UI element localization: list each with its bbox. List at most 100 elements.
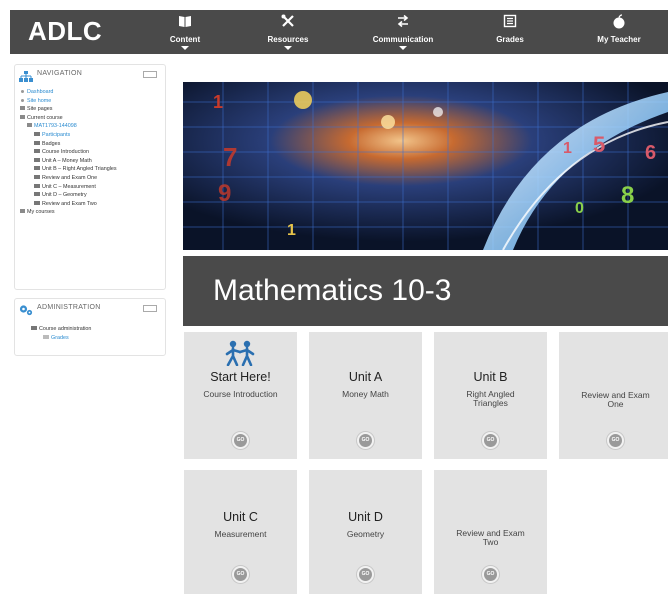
administration-block: ADMINISTRATION Course administration Gra…: [14, 298, 166, 356]
swap-arrows-icon: [358, 14, 448, 34]
folder-icon: [20, 209, 25, 214]
folder-icon: [34, 192, 40, 197]
go-button[interactable]: GO: [357, 566, 374, 583]
nav-my-teacher-label: My Teacher: [597, 35, 641, 44]
banner-digit: 1: [213, 92, 224, 112]
banner-digit: 7: [223, 142, 238, 172]
tile-heading: Unit B: [473, 370, 508, 384]
nav-tree-item[interactable]: Current course: [20, 114, 165, 123]
banner-digit: 6: [645, 142, 657, 164]
course-banner-image: 1 7 9 5 1 8 0 6 1: [183, 82, 668, 250]
tile-unit-c[interactable]: Unit C Measurement GO: [184, 470, 297, 594]
folder-icon: [34, 183, 40, 188]
nav-tree-item[interactable]: Site home: [20, 97, 165, 106]
tile-subtitle: Measurement: [214, 529, 267, 539]
banner-digit: 8: [621, 182, 635, 209]
folder-icon: [20, 106, 25, 111]
folder-icon: [31, 326, 37, 330]
nav-tree-item[interactable]: Review and Exam Two: [20, 200, 165, 209]
gears-icon: [19, 303, 33, 321]
administration-tree: Course administration Grades: [15, 319, 165, 342]
nav-tree-item[interactable]: Review and Exam One: [20, 174, 165, 183]
tile-review-exam-two[interactable]: Review and Exam Two GO: [434, 470, 547, 594]
folder-icon: [27, 123, 32, 128]
nav-tree-item[interactable]: My courses: [20, 208, 165, 217]
go-button[interactable]: GO: [607, 432, 624, 449]
top-navigation-bar: ADLC Content Resources Communication Gra…: [10, 10, 668, 54]
tile-unit-d[interactable]: Unit D Geometry GO: [309, 470, 422, 594]
folder-icon: [34, 140, 40, 145]
folder-icon: [34, 166, 40, 171]
tile-subtitle: Geometry: [346, 529, 385, 539]
admin-tree-item[interactable]: Grades: [31, 334, 165, 343]
people-icon: [224, 340, 256, 371]
go-button[interactable]: GO: [482, 432, 499, 449]
chevron-down-icon: [181, 46, 189, 50]
tile-heading: Start Here!: [210, 370, 271, 384]
tile-unit-a[interactable]: Unit A Money Math GO: [309, 332, 422, 459]
tile-subtitle: Right Angled Triangles: [466, 389, 515, 408]
home-icon: [21, 98, 24, 102]
banner-digit: 5: [593, 132, 606, 157]
nav-grades-label: Grades: [496, 35, 524, 44]
tile-heading: Unit A: [348, 370, 383, 384]
site-logo[interactable]: ADLC: [28, 16, 102, 47]
folder-icon: [34, 131, 40, 136]
tile-start-here[interactable]: Start Here! Course Introduction GO: [184, 332, 297, 459]
tile-unit-b[interactable]: Unit B Right Angled Triangles GO: [434, 332, 547, 459]
block-controls-icon[interactable]: [143, 305, 157, 312]
nav-tree-item[interactable]: Badges: [20, 140, 165, 149]
gradebook-icon: [465, 14, 555, 34]
folder-icon: [34, 200, 40, 205]
go-button[interactable]: GO: [357, 432, 374, 449]
chevron-down-icon: [399, 46, 407, 50]
home-icon: [21, 90, 24, 93]
tile-subtitle: Money Math: [342, 389, 389, 399]
nav-tree-item[interactable]: Unit B – Right Angled Triangles: [20, 165, 165, 174]
book-icon: [140, 14, 230, 34]
nav-tree-item[interactable]: Unit C – Measurement: [20, 183, 165, 192]
nav-communication[interactable]: Communication: [358, 10, 448, 54]
block-controls-icon[interactable]: [143, 71, 157, 78]
navigation-block-header: NAVIGATION: [15, 65, 165, 85]
banner-digit: 1: [287, 222, 296, 239]
nav-my-teacher[interactable]: My Teacher: [574, 10, 664, 54]
nav-tree-item[interactable]: Dashboard: [20, 88, 165, 97]
banner-digit: 0: [575, 200, 584, 217]
nav-tree-item[interactable]: Site pages: [20, 105, 165, 114]
nav-tree-item[interactable]: Course Introduction: [20, 148, 165, 157]
nav-content[interactable]: Content: [140, 10, 230, 54]
tile-subtitle: Review and Exam One: [581, 390, 650, 409]
apple-icon: [574, 14, 664, 34]
folder-icon: [34, 149, 40, 154]
tile-heading: Unit C: [223, 510, 258, 524]
tile-subtitle: Review and Exam Two: [456, 528, 525, 547]
folder-icon: [34, 174, 40, 179]
admin-tree-item[interactable]: Course administration: [31, 325, 165, 334]
nav-content-label: Content: [169, 35, 201, 44]
folder-icon: [34, 157, 40, 162]
go-button[interactable]: GO: [232, 432, 249, 449]
nav-grades[interactable]: Grades: [465, 10, 555, 54]
administration-block-header: ADMINISTRATION: [15, 299, 165, 319]
nav-tree-item[interactable]: Participants: [20, 131, 165, 140]
go-button[interactable]: GO: [482, 566, 499, 583]
nav-resources-label: Resources: [267, 35, 309, 44]
nav-tree-item[interactable]: Unit D – Geometry: [20, 191, 165, 200]
course-title-bar: Mathematics 10-3: [183, 256, 668, 326]
course-title: Mathematics 10-3: [213, 274, 452, 307]
folder-icon: [20, 114, 25, 119]
banner-digit: 9: [218, 180, 232, 207]
nav-resources[interactable]: Resources: [243, 10, 333, 54]
nav-tree-item[interactable]: MAT1793-144098: [20, 122, 165, 131]
grades-icon: [43, 334, 49, 339]
navigation-block: NAVIGATION Dashboard Site home Site page…: [14, 64, 166, 290]
go-button[interactable]: GO: [232, 566, 249, 583]
tile-review-exam-one[interactable]: Review and Exam One GO: [559, 332, 668, 459]
navigation-block-title: NAVIGATION: [37, 70, 83, 77]
tile-subtitle: Course Introduction: [203, 389, 278, 399]
tile-heading: Unit D: [348, 510, 383, 524]
administration-block-title: ADMINISTRATION: [37, 304, 101, 311]
nav-tree-item[interactable]: Unit A – Money Math: [20, 157, 165, 166]
chevron-down-icon: [284, 46, 292, 50]
